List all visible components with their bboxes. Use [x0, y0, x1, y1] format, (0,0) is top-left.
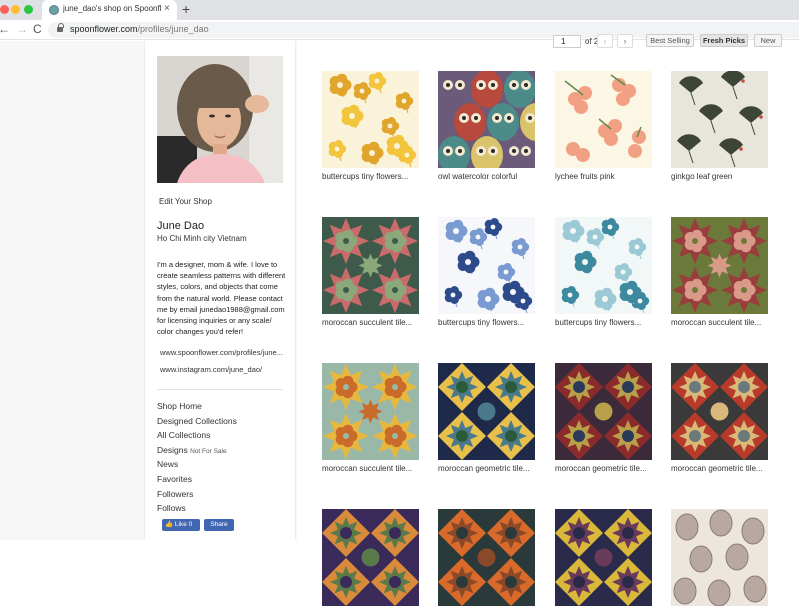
spoonflower-profile-link[interactable]: www.spoonflower.com/profiles/june...: [160, 348, 283, 357]
sort-new-button[interactable]: New: [754, 34, 782, 47]
design-thumbnail[interactable]: [555, 71, 652, 168]
design-thumbnail[interactable]: [322, 217, 419, 314]
design-title[interactable]: moroccan succulent tile...: [322, 464, 432, 473]
facebook-share-button[interactable]: Share: [204, 519, 234, 531]
design-title[interactable]: moroccan geometric tile...: [438, 464, 548, 473]
design-title[interactable]: owl watercolor colorful: [438, 172, 548, 181]
page-content: Edit Your Shop June Dao Ho Chi Minh city…: [0, 34, 799, 606]
back-arrow-icon[interactable]: ←: [0, 22, 10, 36]
design-title[interactable]: moroccan geometric tile...: [555, 464, 665, 473]
lock-icon: [57, 23, 64, 33]
not-for-sale-label: Not For Sale: [190, 447, 227, 455]
design-title[interactable]: moroccan succulent tile...: [322, 318, 432, 327]
next-page-button[interactable]: ›: [617, 34, 633, 48]
tab-title: june_dao's shop on Spoonflow: [63, 4, 161, 13]
thumbs-up-icon: 👍: [165, 521, 174, 528]
reload-icon[interactable]: C: [33, 22, 42, 36]
nav-designs[interactable]: Designs Not For Sale: [157, 443, 237, 458]
design-pattern-image: [322, 363, 419, 460]
design-thumbnail[interactable]: [438, 363, 535, 460]
design-title[interactable]: buttercups tiny flowers...: [555, 318, 665, 327]
profile-photo: [157, 56, 283, 183]
design-pattern-image: [438, 363, 535, 460]
design-thumbnail[interactable]: [671, 363, 768, 460]
edit-shop-link[interactable]: Edit Your Shop: [159, 197, 212, 206]
design-thumbnail[interactable]: [322, 509, 419, 606]
new-tab-plus-icon[interactable]: +: [182, 1, 190, 17]
shop-sidebar: Edit Your Shop June Dao Ho Chi Minh city…: [144, 41, 296, 540]
design-thumbnail[interactable]: [438, 71, 535, 168]
design-thumbnail[interactable]: [322, 363, 419, 460]
design-pattern-image: [671, 363, 768, 460]
nav-news[interactable]: News: [157, 457, 237, 472]
design-thumbnail[interactable]: [671, 509, 768, 606]
nav-all-collections[interactable]: All Collections: [157, 428, 237, 443]
shop-nav: Shop Home Designed Collections All Colle…: [157, 399, 237, 516]
design-pattern-image: [322, 71, 419, 168]
design-pattern-image: [438, 71, 535, 168]
page-number-input[interactable]: 1: [553, 35, 581, 48]
nav-shop-home[interactable]: Shop Home: [157, 399, 237, 414]
design-thumbnail[interactable]: [555, 217, 652, 314]
sidebar-divider: [157, 389, 283, 390]
window-zoom-button[interactable]: [24, 5, 33, 14]
design-pattern-image: [671, 71, 768, 168]
sort-best-selling-button[interactable]: Best Selling: [646, 34, 694, 47]
design-pattern-image: [671, 509, 768, 606]
design-title[interactable]: ginkgo leaf green: [671, 172, 781, 181]
design-thumbnail[interactable]: [671, 217, 768, 314]
design-title[interactable]: buttercups tiny flowers...: [438, 318, 548, 327]
nav-favorites[interactable]: Favorites: [157, 472, 237, 487]
design-title[interactable]: moroccan geometric tile...: [671, 464, 781, 473]
design-title[interactable]: moroccan succulent tile...: [671, 318, 781, 327]
design-thumbnail[interactable]: [438, 509, 535, 606]
design-thumbnail[interactable]: [671, 71, 768, 168]
instagram-link[interactable]: www.instagram.com/june_dao/: [160, 365, 262, 374]
facebook-like-label: Like 0: [174, 521, 193, 528]
design-thumbnail[interactable]: [322, 71, 419, 168]
design-thumbnail[interactable]: [555, 509, 652, 606]
facebook-like-button[interactable]: 👍 Like 0: [162, 519, 200, 531]
nav-designs-label: Designs: [157, 444, 188, 455]
browser-tab[interactable]: june_dao's shop on Spoonflow ×: [42, 0, 177, 20]
nav-designed-collections[interactable]: Designed Collections: [157, 414, 237, 429]
forward-arrow-icon[interactable]: →: [16, 22, 28, 36]
sort-fresh-picks-button[interactable]: Fresh Picks: [700, 34, 748, 47]
design-title[interactable]: buttercups tiny flowers...: [322, 172, 432, 181]
window-minimize-button[interactable]: [11, 5, 20, 14]
shop-location: Ho Chi Minh city Vietnam: [157, 234, 247, 243]
url-domain: spoonflower.com: [70, 24, 138, 34]
tab-close-icon[interactable]: ×: [164, 3, 170, 14]
browser-tab-strip: june_dao's shop on Spoonflow × +: [0, 0, 799, 20]
design-pattern-image: [438, 217, 535, 314]
design-thumbnail[interactable]: [438, 217, 535, 314]
design-pattern-image: [555, 509, 652, 606]
design-pattern-image: [555, 363, 652, 460]
design-pattern-image: [322, 509, 419, 606]
window-close-button[interactable]: [0, 5, 9, 14]
design-title[interactable]: lychee fruits pink: [555, 172, 665, 181]
url-path: /profiles/june_dao: [137, 24, 209, 34]
design-pattern-image: [438, 509, 535, 606]
design-pattern-image: [322, 217, 419, 314]
design-thumbnail[interactable]: [555, 363, 652, 460]
design-pattern-image: [555, 217, 652, 314]
design-pattern-image: [555, 71, 652, 168]
shop-bio: I'm a designer, mom & wife. I love to cr…: [157, 260, 286, 337]
spoonflower-favicon-icon: [49, 5, 59, 15]
designs-grid-area: 1 of 2 ‹ › Best Selling Fresh Picks New …: [297, 34, 799, 606]
design-pattern-image: [671, 217, 768, 314]
nav-followers[interactable]: Followers: [157, 487, 237, 502]
previous-page-button[interactable]: ‹: [597, 34, 613, 48]
address-url[interactable]: spoonflower.com/profiles/june_dao: [70, 24, 209, 34]
shop-owner-name: June Dao: [157, 220, 205, 232]
nav-follows[interactable]: Follows: [157, 501, 237, 516]
